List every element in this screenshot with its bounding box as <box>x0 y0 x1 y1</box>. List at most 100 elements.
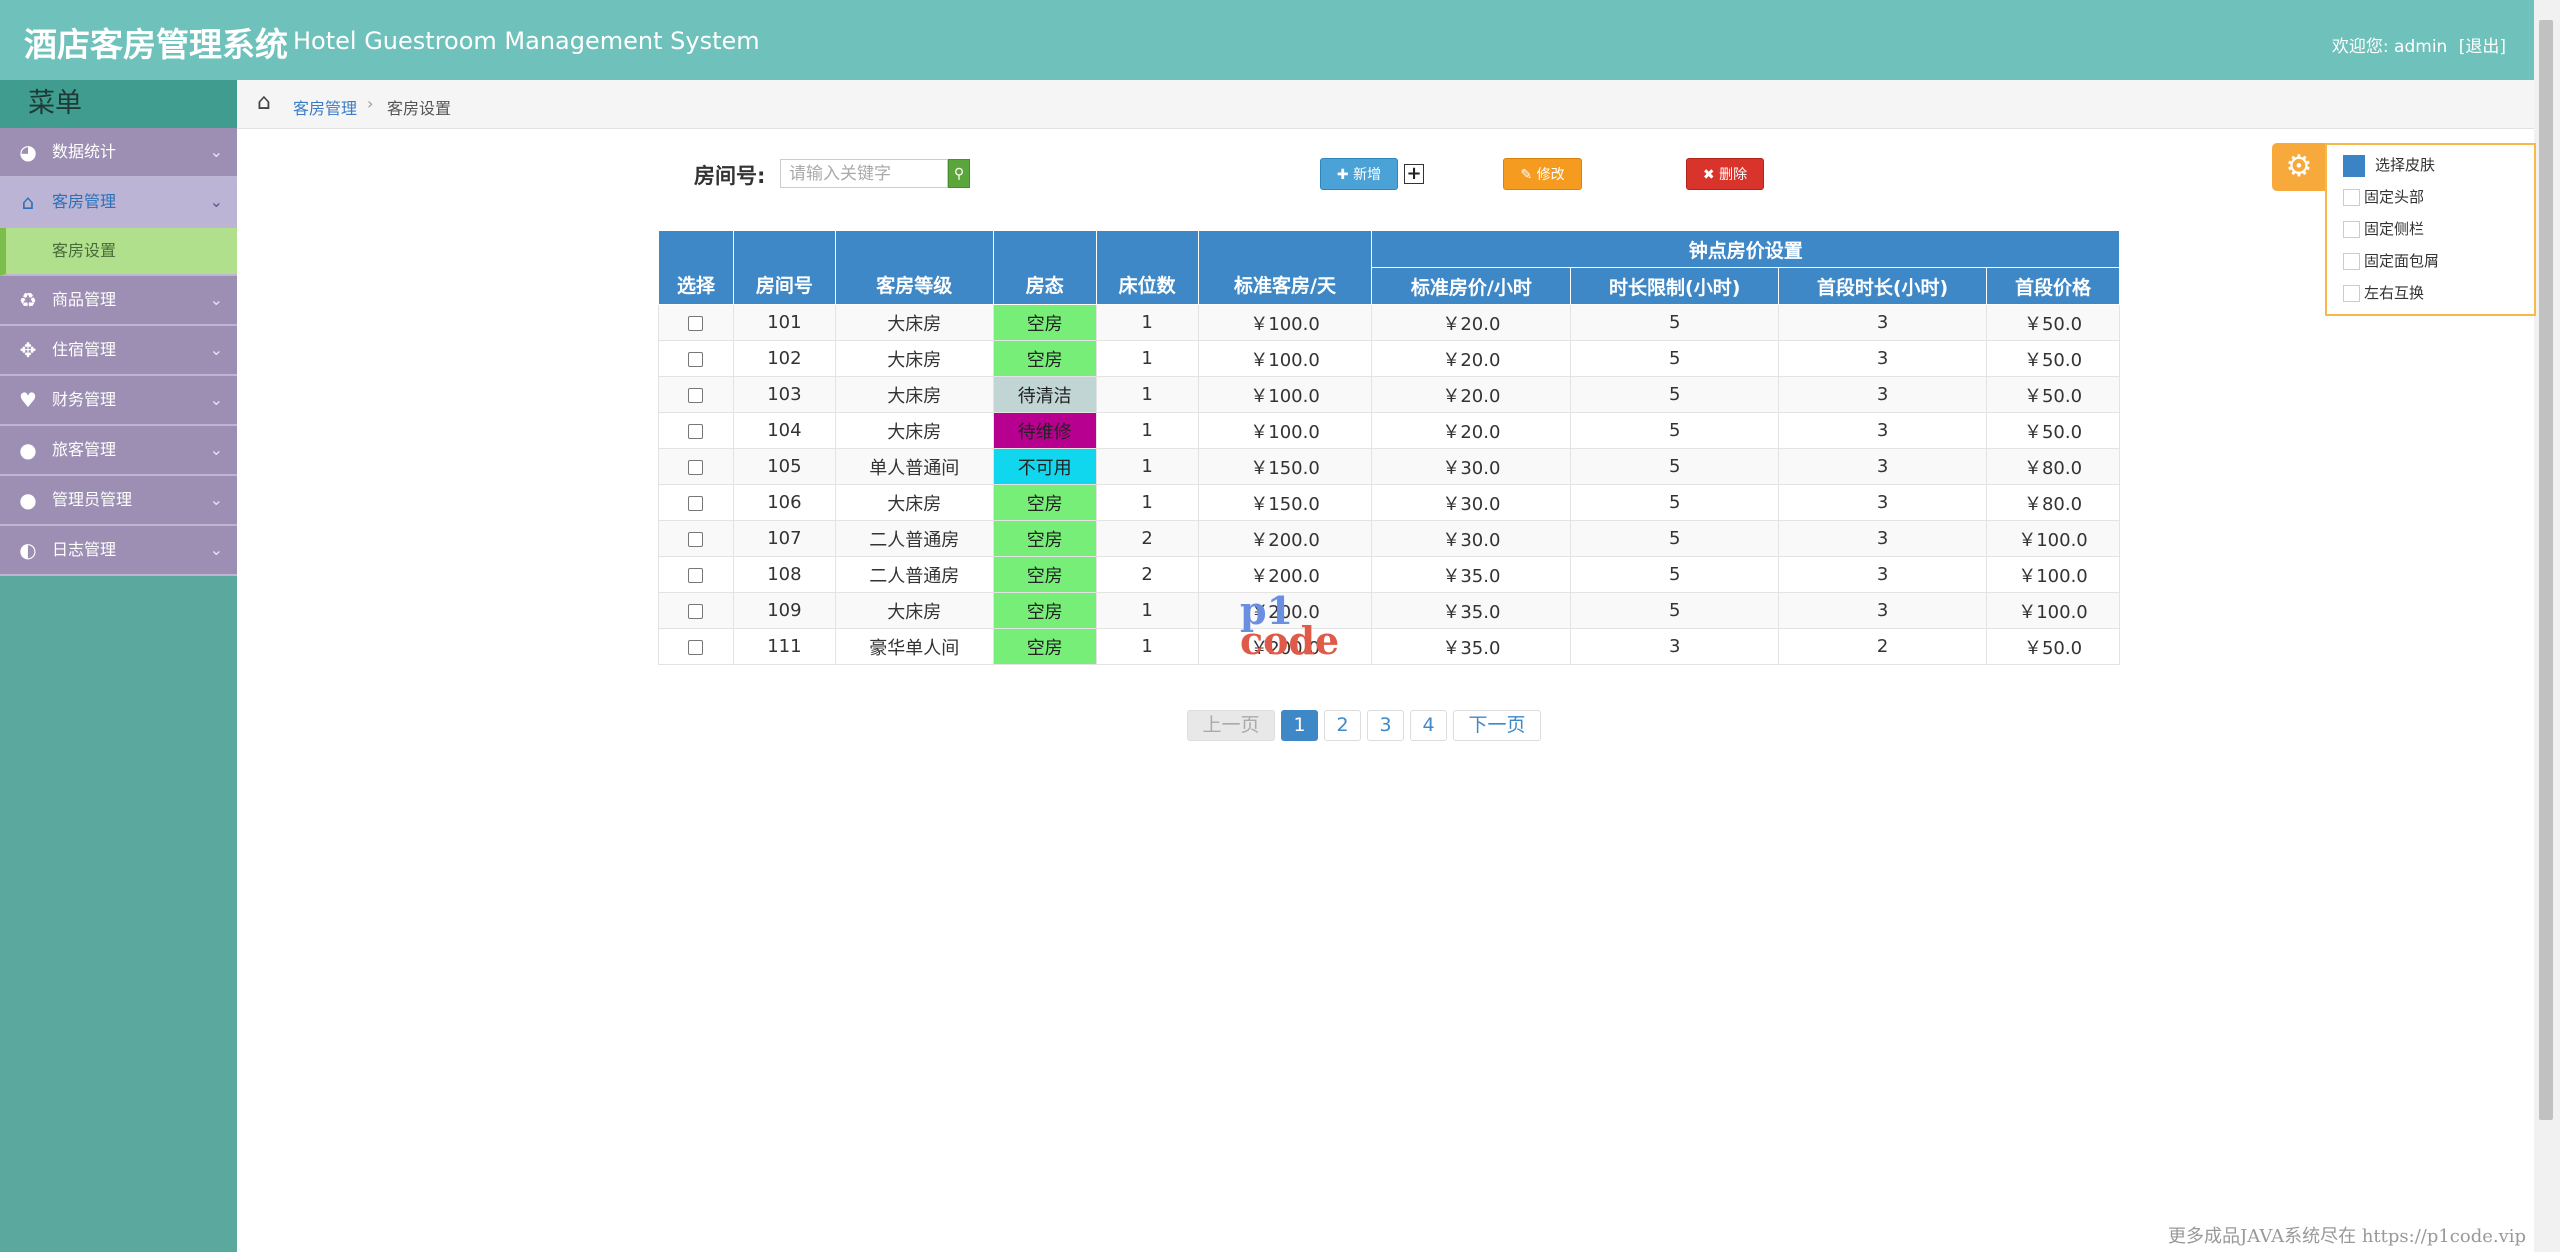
fix-sidebar-option[interactable]: 固定侧栏 <box>2343 217 2424 241</box>
table-row[interactable]: 103 大床房 待清洁 1 ￥100.0 ￥20.0 5 3 ￥50.0 <box>658 376 2121 413</box>
cell-first-duration: 3 <box>1778 448 1987 485</box>
cell-first-price: ￥50.0 <box>1985 412 2121 449</box>
table-row[interactable]: 102 大床房 空房 1 ￥100.0 ￥20.0 5 3 ￥50.0 <box>658 340 2121 377</box>
skin-selector[interactable]: 选择皮肤 <box>2343 153 2435 177</box>
fix-sidebar-checkbox[interactable] <box>2343 221 2360 238</box>
sidebar-item-lodging[interactable]: ✥ 住宿管理 ⌄ <box>0 326 237 376</box>
col-header-status: 房态 <box>992 230 1097 305</box>
cell-first-duration: 3 <box>1778 376 1987 413</box>
cell-hourly-price: ￥35.0 <box>1371 628 1572 665</box>
watermark-logo-bottom: code <box>1240 618 1340 663</box>
page-scrollbar[interactable] <box>2534 0 2560 1252</box>
logout-link[interactable]: [退出] <box>2459 37 2506 57</box>
cell-first-duration: 3 <box>1778 340 1987 377</box>
cell-standard-price: ￥100.0 <box>1197 412 1373 449</box>
settings-toggle-button[interactable]: ⚙ <box>2272 143 2326 191</box>
cell-first-price: ￥50.0 <box>1985 304 2121 341</box>
cell-grade: 单人普通间 <box>834 448 994 485</box>
fix-breadcrumb-checkbox[interactable] <box>2343 253 2360 270</box>
pagination-prev-button[interactable]: 上一页 <box>1187 710 1275 741</box>
sidebar-item-admins[interactable]: ● 管理员管理 ⌄ <box>0 476 237 526</box>
cell-time-limit: 5 <box>1570 484 1780 521</box>
skin-label: 选择皮肤 <box>2375 156 2436 174</box>
col-group-hourly-settings: 钟点房价设置 <box>1371 230 2120 268</box>
table-row[interactable]: 111 豪华单人间 空房 1 ￥200.0 ￥35.0 3 2 ￥50.0 <box>658 628 2121 665</box>
breadcrumb-parent-link[interactable]: 客房管理 <box>293 95 357 119</box>
pagination-page-2[interactable]: 2 <box>1324 710 1361 741</box>
cell-first-price: ￥50.0 <box>1985 340 2121 377</box>
col-header-hourly-price: 标准房价/小时 <box>1371 267 1572 305</box>
sidebar-menu-title: 菜单 <box>0 80 237 128</box>
pagination-page-3[interactable]: 3 <box>1367 710 1404 741</box>
table-row[interactable]: 104 大床房 待维修 1 ￥100.0 ￥20.0 5 3 ￥50.0 <box>658 412 2121 449</box>
add-button[interactable]: ✚ 新增 <box>1320 158 1398 190</box>
fix-header-checkbox[interactable] <box>2343 189 2360 206</box>
row-checkbox[interactable] <box>688 603 704 619</box>
skin-color-swatch[interactable] <box>2343 154 2365 177</box>
cell-room-number: 101 <box>732 304 836 341</box>
row-checkbox[interactable] <box>688 387 704 403</box>
row-checkbox[interactable] <box>688 639 704 655</box>
cell-grade: 二人普通房 <box>834 556 994 593</box>
cell-first-price: ￥100.0 <box>1985 520 2121 557</box>
pagination-page-1[interactable]: 1 <box>1281 710 1318 741</box>
sidebar-item-guests[interactable]: ● 旅客管理 ⌄ <box>0 426 237 476</box>
cell-time-limit: 5 <box>1570 592 1780 629</box>
cell-status: 空房 <box>992 556 1097 593</box>
sidebar-item-goods[interactable]: ♻ 商品管理 ⌄ <box>0 276 237 326</box>
row-checkbox[interactable] <box>688 495 704 511</box>
row-checkbox[interactable] <box>688 531 704 547</box>
col-header-standard-price: 标准客房/天 <box>1197 230 1373 305</box>
table-row[interactable]: 105 单人普通间 不可用 1 ￥150.0 ￥30.0 5 3 ￥80.0 <box>658 448 2121 485</box>
row-checkbox[interactable] <box>688 351 704 367</box>
table-row[interactable]: 109 大床房 空房 1 ￥200.0 ￥35.0 5 3 ￥100.0 <box>658 592 2121 629</box>
sidebar-item-finance[interactable]: ♥ 财务管理 ⌄ <box>0 376 237 426</box>
cell-status: 待维修 <box>992 412 1097 449</box>
fix-header-option[interactable]: 固定头部 <box>2343 185 2424 209</box>
col-header-first-duration: 首段时长(小时) <box>1778 267 1987 305</box>
sidebar-item-label: 数据统计 <box>52 142 117 161</box>
row-checkbox[interactable] <box>688 567 704 583</box>
chevron-down-icon: ⌄ <box>209 290 223 309</box>
cell-grade: 大床房 <box>834 340 994 377</box>
sidebar-item-room-management[interactable]: ⌂ 客房管理 ⌄ <box>0 178 237 228</box>
plus-icon: ✚ <box>1336 167 1349 183</box>
sidebar-item-label: 住宿管理 <box>52 340 117 359</box>
table-row[interactable]: 108 二人普通房 空房 2 ￥200.0 ￥35.0 5 3 ￥100.0 <box>658 556 2121 593</box>
sidebar-subitem-room-settings[interactable]: 客房设置 <box>0 228 237 276</box>
edit-button[interactable]: ✎ 修改 <box>1503 158 1582 190</box>
gear-icon: ⚙ <box>2285 149 2313 184</box>
scrollbar-thumb[interactable] <box>2539 20 2553 1120</box>
pagination-next-button[interactable]: 下一页 <box>1453 710 1541 741</box>
room-number-label: 房间号: <box>694 164 766 188</box>
sidebar-item-logs[interactable]: ◐ 日志管理 ⌄ <box>0 526 237 576</box>
table-row[interactable]: 101 大床房 空房 1 ￥100.0 ￥20.0 5 3 ￥50.0 <box>658 304 2121 341</box>
table-row[interactable]: 107 二人普通房 空房 2 ￥200.0 ￥30.0 5 3 ￥100.0 <box>658 520 2121 557</box>
swap-sides-checkbox[interactable] <box>2343 285 2360 302</box>
cell-room-number: 103 <box>732 376 836 413</box>
sidebar-item-statistics[interactable]: ◕ 数据统计 ⌄ <box>0 128 237 178</box>
cell-beds: 1 <box>1095 484 1199 521</box>
add-button-label: 新增 <box>1353 167 1382 183</box>
cell-grade: 大床房 <box>834 412 994 449</box>
cell-select <box>658 412 734 449</box>
row-checkbox[interactable] <box>688 459 704 475</box>
col-header-first-price: 首段价格 <box>1985 267 2121 305</box>
row-checkbox[interactable] <box>688 315 704 331</box>
cell-standard-price: ￥150.0 <box>1197 484 1373 521</box>
cell-first-price: ￥80.0 <box>1985 484 2121 521</box>
delete-button[interactable]: ✖ 删除 <box>1686 158 1764 190</box>
table-row[interactable]: 106 大床房 空房 1 ￥150.0 ￥30.0 5 3 ￥80.0 <box>658 484 2121 521</box>
pagination-page-4[interactable]: 4 <box>1410 710 1447 741</box>
fix-breadcrumb-option[interactable]: 固定面包屑 <box>2343 249 2439 273</box>
swap-sides-option[interactable]: 左右互换 <box>2343 281 2424 305</box>
expand-plus-button[interactable]: + <box>1404 164 1424 184</box>
cell-beds: 1 <box>1095 628 1199 665</box>
row-checkbox[interactable] <box>688 423 704 439</box>
cell-first-duration: 3 <box>1778 520 1987 557</box>
home-icon[interactable]: ⌂ <box>257 90 271 115</box>
contrast-icon: ◐ <box>19 538 37 562</box>
search-input[interactable] <box>780 159 948 188</box>
search-button[interactable]: ⚲ <box>948 159 970 188</box>
cell-beds: 1 <box>1095 340 1199 377</box>
